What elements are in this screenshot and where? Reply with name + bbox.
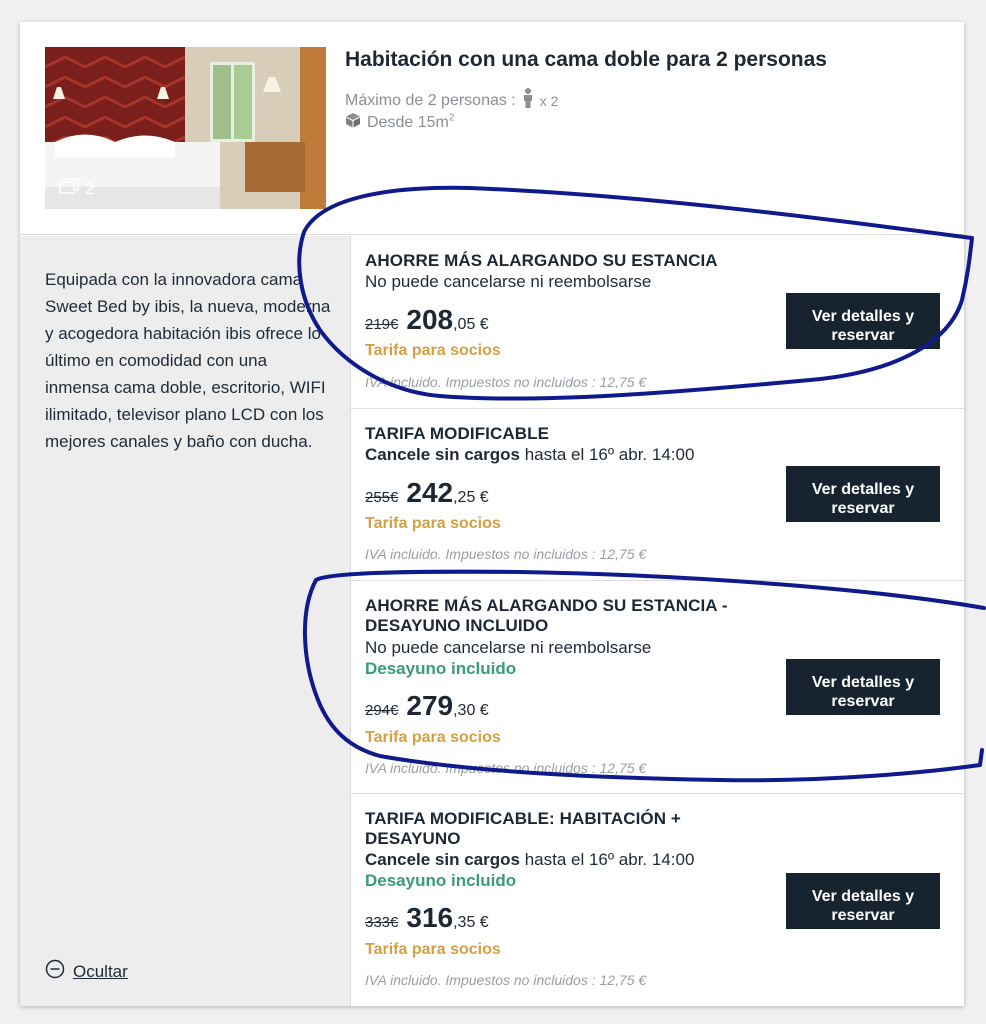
person-icon xyxy=(522,87,534,115)
breakfast-included: Desayuno incluido xyxy=(365,659,517,678)
rate-option: AHORRE MÁS ALARGANDO SU ESTANCIA - DESAY… xyxy=(351,581,965,794)
price-integer: 279 xyxy=(406,690,454,721)
price-integer: 208 xyxy=(406,304,454,335)
member-rate-label: Tarifa para socios xyxy=(365,515,501,532)
hide-details-label: Ocultar xyxy=(73,961,128,981)
cancel-policy: Cancele sin cargos hasta el 16º abr. 14:… xyxy=(365,445,695,464)
room-photo[interactable]: 2 xyxy=(45,47,326,209)
rate-option: TARIFA MODIFICABLE: HABITACIÓN + DESAYUN… xyxy=(351,794,965,1006)
room-size: Desde 15m2 xyxy=(367,112,455,131)
cancel-policy: Cancele sin cargos hasta el 16º abr. 14:… xyxy=(365,850,695,869)
rate-condition: No puede cancelarse ni reembolsarse xyxy=(365,638,652,657)
old-price: 255€ xyxy=(365,489,399,506)
minus-circle-icon xyxy=(45,959,65,984)
room-title: Habitación con una cama doble para 2 per… xyxy=(345,48,827,71)
room-sidebar: Equipada con la innovadora cama Sweet Be… xyxy=(20,236,350,1006)
rate-name: AHORRE MÁS ALARGANDO SU ESTANCIA - DESAY… xyxy=(365,596,728,635)
cube-icon xyxy=(345,112,361,135)
member-rate-label: Tarifa para socios xyxy=(365,729,501,746)
persons-count: x 2 xyxy=(539,93,559,109)
view-details-book-button[interactable]: Ver detalles y reservar xyxy=(786,466,940,522)
old-price: 294€ xyxy=(365,702,399,719)
max-persons-row: Máximo de 2 personas : x 2 xyxy=(345,87,559,115)
view-details-book-button[interactable]: Ver detalles y reservar xyxy=(786,659,940,715)
price-decimals: ,05 € xyxy=(453,316,489,333)
rate-condition: No puede cancelarse ni reembolsarse xyxy=(365,272,652,291)
rate-name: TARIFA MODIFICABLE xyxy=(365,424,550,443)
price-integer: 316 xyxy=(406,902,454,933)
tax-note: IVA incluido. Impuestos no incluidos : 1… xyxy=(365,546,647,562)
room-size-row: Desde 15m2 xyxy=(345,112,558,134)
price-decimals: ,25 € xyxy=(453,489,489,506)
room-meta: Máximo de 2 personas : x 2 Desde 15m2 xyxy=(345,87,559,134)
price-decimals: ,35 € xyxy=(453,914,489,931)
photo-gallery-icon xyxy=(59,178,79,199)
rate-option: TARIFA MODIFICABLE Cancele sin cargos ha… xyxy=(351,409,965,581)
old-price: 219€ xyxy=(365,316,399,333)
rate-price: 255€ 242 ,25 € xyxy=(365,477,489,509)
photo-count-value: 2 xyxy=(85,178,95,198)
rate-price: 294€ 279 ,30 € xyxy=(365,690,489,722)
rate-price: 333€ 316 ,35 € xyxy=(365,902,489,934)
breakfast-included: Desayuno incluido xyxy=(365,871,517,890)
room-card: 2 Habitación con una cama doble para 2 p… xyxy=(20,22,965,1006)
tax-note: IVA incluido. Impuestos no incluidos : 1… xyxy=(365,760,647,776)
tax-note: IVA incluido. Impuestos no incluidos : 1… xyxy=(365,374,647,390)
room-header: 2 Habitación con una cama doble para 2 p… xyxy=(20,22,964,235)
rate-list: AHORRE MÁS ALARGANDO SU ESTANCIA No pued… xyxy=(350,236,965,1006)
price-decimals: ,30 € xyxy=(453,702,489,719)
view-details-book-button[interactable]: Ver detalles y reservar xyxy=(786,873,940,929)
member-rate-label: Tarifa para socios xyxy=(365,941,501,958)
photo-count: 2 xyxy=(59,178,94,199)
rate-name: TARIFA MODIFICABLE: HABITACIÓN + DESAYUN… xyxy=(365,809,681,848)
rate-price: 219€ 208 ,05 € xyxy=(365,304,489,336)
tax-note: IVA incluido. Impuestos no incluidos : 1… xyxy=(365,972,647,988)
view-details-book-button[interactable]: Ver detalles y reservar xyxy=(786,293,940,349)
max-persons-label: Máximo de 2 personas : xyxy=(345,92,516,109)
old-price: 333€ xyxy=(365,914,399,931)
price-integer: 242 xyxy=(406,477,454,508)
rate-name: AHORRE MÁS ALARGANDO SU ESTANCIA xyxy=(365,251,718,270)
hide-details-link[interactable]: Ocultar xyxy=(45,959,128,984)
member-rate-label: Tarifa para socios xyxy=(365,342,501,359)
room-description: Equipada con la innovadora cama Sweet Be… xyxy=(45,270,331,451)
rate-option: AHORRE MÁS ALARGANDO SU ESTANCIA No pued… xyxy=(351,236,965,409)
